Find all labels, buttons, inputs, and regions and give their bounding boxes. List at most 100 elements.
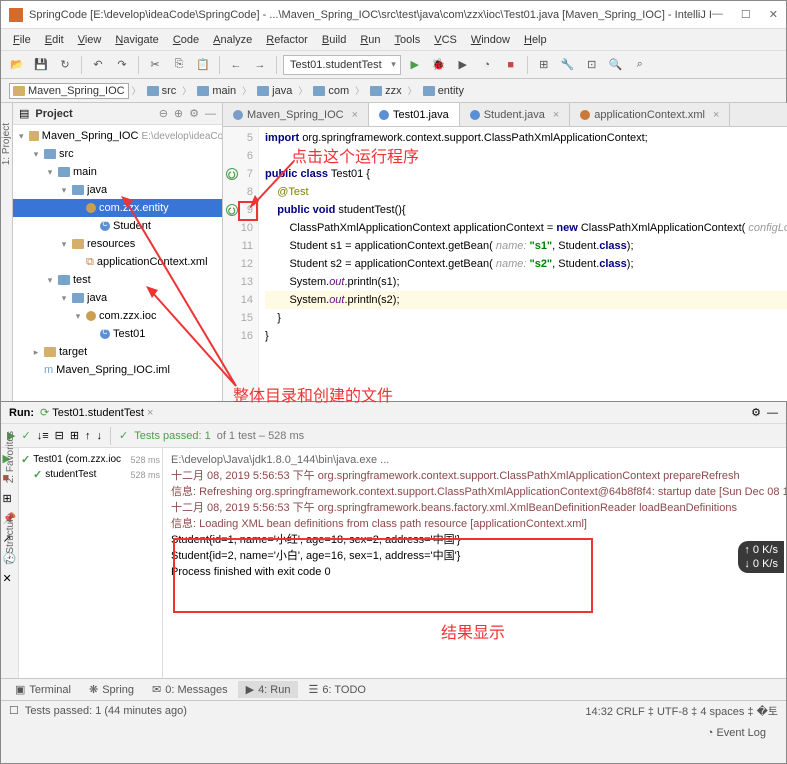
project-view-select[interactable]: ▤	[19, 107, 29, 120]
close-icon[interactable]: ✕	[3, 572, 17, 586]
breadcrumb-item[interactable]: entity	[420, 84, 467, 98]
sdk-icon[interactable]: ⊡	[582, 55, 602, 75]
tree-node[interactable]: ▾com.zzx.ioc	[13, 307, 222, 325]
menu-help[interactable]: Help	[518, 32, 553, 48]
project-tool-window: ▤ Project ⊖ ⊕ ⚙ — ▾Maven_Spring_IOC E:\d…	[13, 103, 223, 401]
open-icon[interactable]: 📂	[7, 55, 27, 75]
tree-node[interactable]: com.zzx.entity	[13, 199, 222, 217]
minimize-button[interactable]: —	[712, 8, 723, 21]
locate-icon[interactable]: ⊕	[174, 107, 183, 120]
tree-node[interactable]: ▾Maven_Spring_IOC E:\develop\ideaCode\Sp…	[13, 127, 222, 145]
bottom-tab-4-run[interactable]: ▶4: Run	[238, 681, 299, 698]
tree-node[interactable]: CTest01	[13, 325, 222, 343]
sidebar-tab-structure[interactable]: 7: Structure	[5, 513, 16, 565]
navigation-breadcrumb: Maven_Spring_IOC srcmain java com zzx entity	[1, 79, 786, 103]
maximize-button[interactable]: ☐	[741, 8, 751, 21]
line-numbers-gutter: 5678910111213141516	[223, 127, 259, 401]
hide-icon[interactable]: —	[205, 108, 216, 120]
menu-build[interactable]: Build	[316, 32, 352, 48]
hide-icon[interactable]: —	[767, 407, 778, 419]
settings-icon[interactable]: 🔧	[558, 55, 578, 75]
breadcrumb-item[interactable]: java	[254, 84, 295, 98]
tree-node[interactable]: ▾java	[13, 289, 222, 307]
test-node[interactable]: ✓Test01 (com.zzx.ioc528 ms	[21, 452, 160, 467]
tree-node[interactable]: ▾java	[13, 181, 222, 199]
bottom-tab-terminal[interactable]: ▣Terminal	[7, 681, 79, 698]
status-right: 14:32 CRLF ‡ UTF-8 ‡ 4 spaces ‡ �토	[585, 703, 778, 719]
bottom-tool-tabs: ▣Terminal❋Spring✉0: Messages▶4: Run☰6: T…	[1, 678, 786, 700]
paste-icon[interactable]: 📋	[193, 55, 213, 75]
bottom-tab-0-messages[interactable]: ✉0: Messages	[144, 681, 236, 698]
run-label: Run:	[9, 407, 34, 419]
menu-bar: FileEditViewNavigateCodeAnalyzeRefactorB…	[1, 29, 786, 51]
tree-node[interactable]: ▾main	[13, 163, 222, 181]
tree-node[interactable]: ▸target	[13, 343, 222, 361]
toggle-icon[interactable]: ✓	[21, 429, 30, 442]
next-icon[interactable]: ↓	[97, 430, 103, 442]
debug-icon[interactable]: 🐞	[429, 55, 449, 75]
undo-icon[interactable]: ↶	[88, 55, 108, 75]
breadcrumb-item[interactable]: com	[310, 84, 352, 98]
menu-refactor[interactable]: Refactor	[260, 32, 314, 48]
coverage-icon[interactable]: ▶	[453, 55, 473, 75]
sync-icon[interactable]: ↻	[55, 55, 75, 75]
bottom-tab-spring[interactable]: ❋Spring	[81, 681, 142, 698]
menu-analyze[interactable]: Analyze	[207, 32, 258, 48]
menu-view[interactable]: View	[72, 32, 108, 48]
find-icon[interactable]: ⌕	[630, 55, 650, 75]
bottom-tab-6-todo[interactable]: ☰6: TODO	[300, 681, 373, 698]
breadcrumb-item[interactable]: main	[194, 84, 239, 98]
profile-icon[interactable]: ◔	[477, 55, 497, 75]
project-tree[interactable]: ▾Maven_Spring_IOC E:\develop\ideaCode\Sp…	[13, 125, 222, 401]
sidebar-tab-favorites[interactable]: 2: Favorites	[5, 431, 16, 483]
test-node[interactable]: ✓studentTest528 ms	[21, 467, 160, 482]
settings-icon[interactable]: ⚙	[751, 406, 761, 419]
prev-icon[interactable]: ↑	[85, 430, 91, 442]
structure-icon[interactable]: ⊞	[534, 55, 554, 75]
event-log-tab[interactable]: Event Log	[716, 727, 766, 739]
tree-node[interactable]: mMaven_Spring_IOC.iml	[13, 361, 222, 379]
sort-icon[interactable]: ↓≡	[37, 430, 49, 442]
tree-node[interactable]: ▾src	[13, 145, 222, 163]
editor-tab[interactable]: Student.java ×	[460, 103, 571, 126]
run-configuration-selector[interactable]: Test01.studentTest	[283, 55, 401, 75]
collapse-icon[interactable]: ⊖	[159, 107, 168, 120]
tree-node[interactable]: ▾resources	[13, 235, 222, 253]
status-hint-icon[interactable]: ☐	[9, 704, 19, 717]
breadcrumb-item[interactable]: src	[144, 84, 180, 98]
save-icon[interactable]: 💾	[31, 55, 51, 75]
tree-node[interactable]: CStudent	[13, 217, 222, 235]
source-code[interactable]: import org.springframework.context.suppo…	[259, 127, 787, 401]
breadcrumb-item[interactable]: Maven_Spring_IOC	[9, 83, 129, 99]
editor-tab[interactable]: Test01.java	[369, 103, 460, 126]
settings-icon[interactable]: ⚙	[189, 107, 199, 120]
editor-tab[interactable]: Maven_Spring_IOC ×	[223, 103, 369, 126]
sidebar-tab-project[interactable]: 1: Project	[1, 123, 12, 165]
menu-run[interactable]: Run	[354, 32, 386, 48]
tests-passed-detail: of 1 test – 528 ms	[217, 430, 304, 442]
expand-icon[interactable]: ⊟	[55, 429, 64, 442]
back-icon[interactable]: ←	[226, 55, 246, 75]
forward-icon[interactable]: →	[250, 55, 270, 75]
cut-icon[interactable]: ✂	[145, 55, 165, 75]
breadcrumb-item[interactable]: zzx	[367, 84, 405, 98]
menu-file[interactable]: File	[7, 32, 37, 48]
run-icon[interactable]: ▶	[405, 55, 425, 75]
test-tree[interactable]: ✓Test01 (com.zzx.ioc528 ms✓studentTest52…	[19, 448, 163, 678]
menu-edit[interactable]: Edit	[39, 32, 70, 48]
menu-window[interactable]: Window	[465, 32, 516, 48]
close-button[interactable]: ✕	[769, 8, 778, 21]
console-output[interactable]: E:\develop\Java\jdk1.8.0_144\bin\java.ex…	[163, 448, 786, 678]
tree-node[interactable]: ⧉applicationContext.xml	[13, 253, 222, 271]
stop-icon[interactable]: ■	[501, 55, 521, 75]
search-icon[interactable]: 🔍	[606, 55, 626, 75]
menu-tools[interactable]: Tools	[389, 32, 427, 48]
editor-tab[interactable]: applicationContext.xml ×	[570, 103, 730, 126]
collapse-icon[interactable]: ⊞	[70, 429, 79, 442]
menu-vcs[interactable]: VCS	[428, 32, 463, 48]
tree-node[interactable]: ▾test	[13, 271, 222, 289]
redo-icon[interactable]: ↷	[112, 55, 132, 75]
menu-navigate[interactable]: Navigate	[109, 32, 164, 48]
copy-icon[interactable]: ⎘	[169, 55, 189, 75]
menu-code[interactable]: Code	[167, 32, 205, 48]
